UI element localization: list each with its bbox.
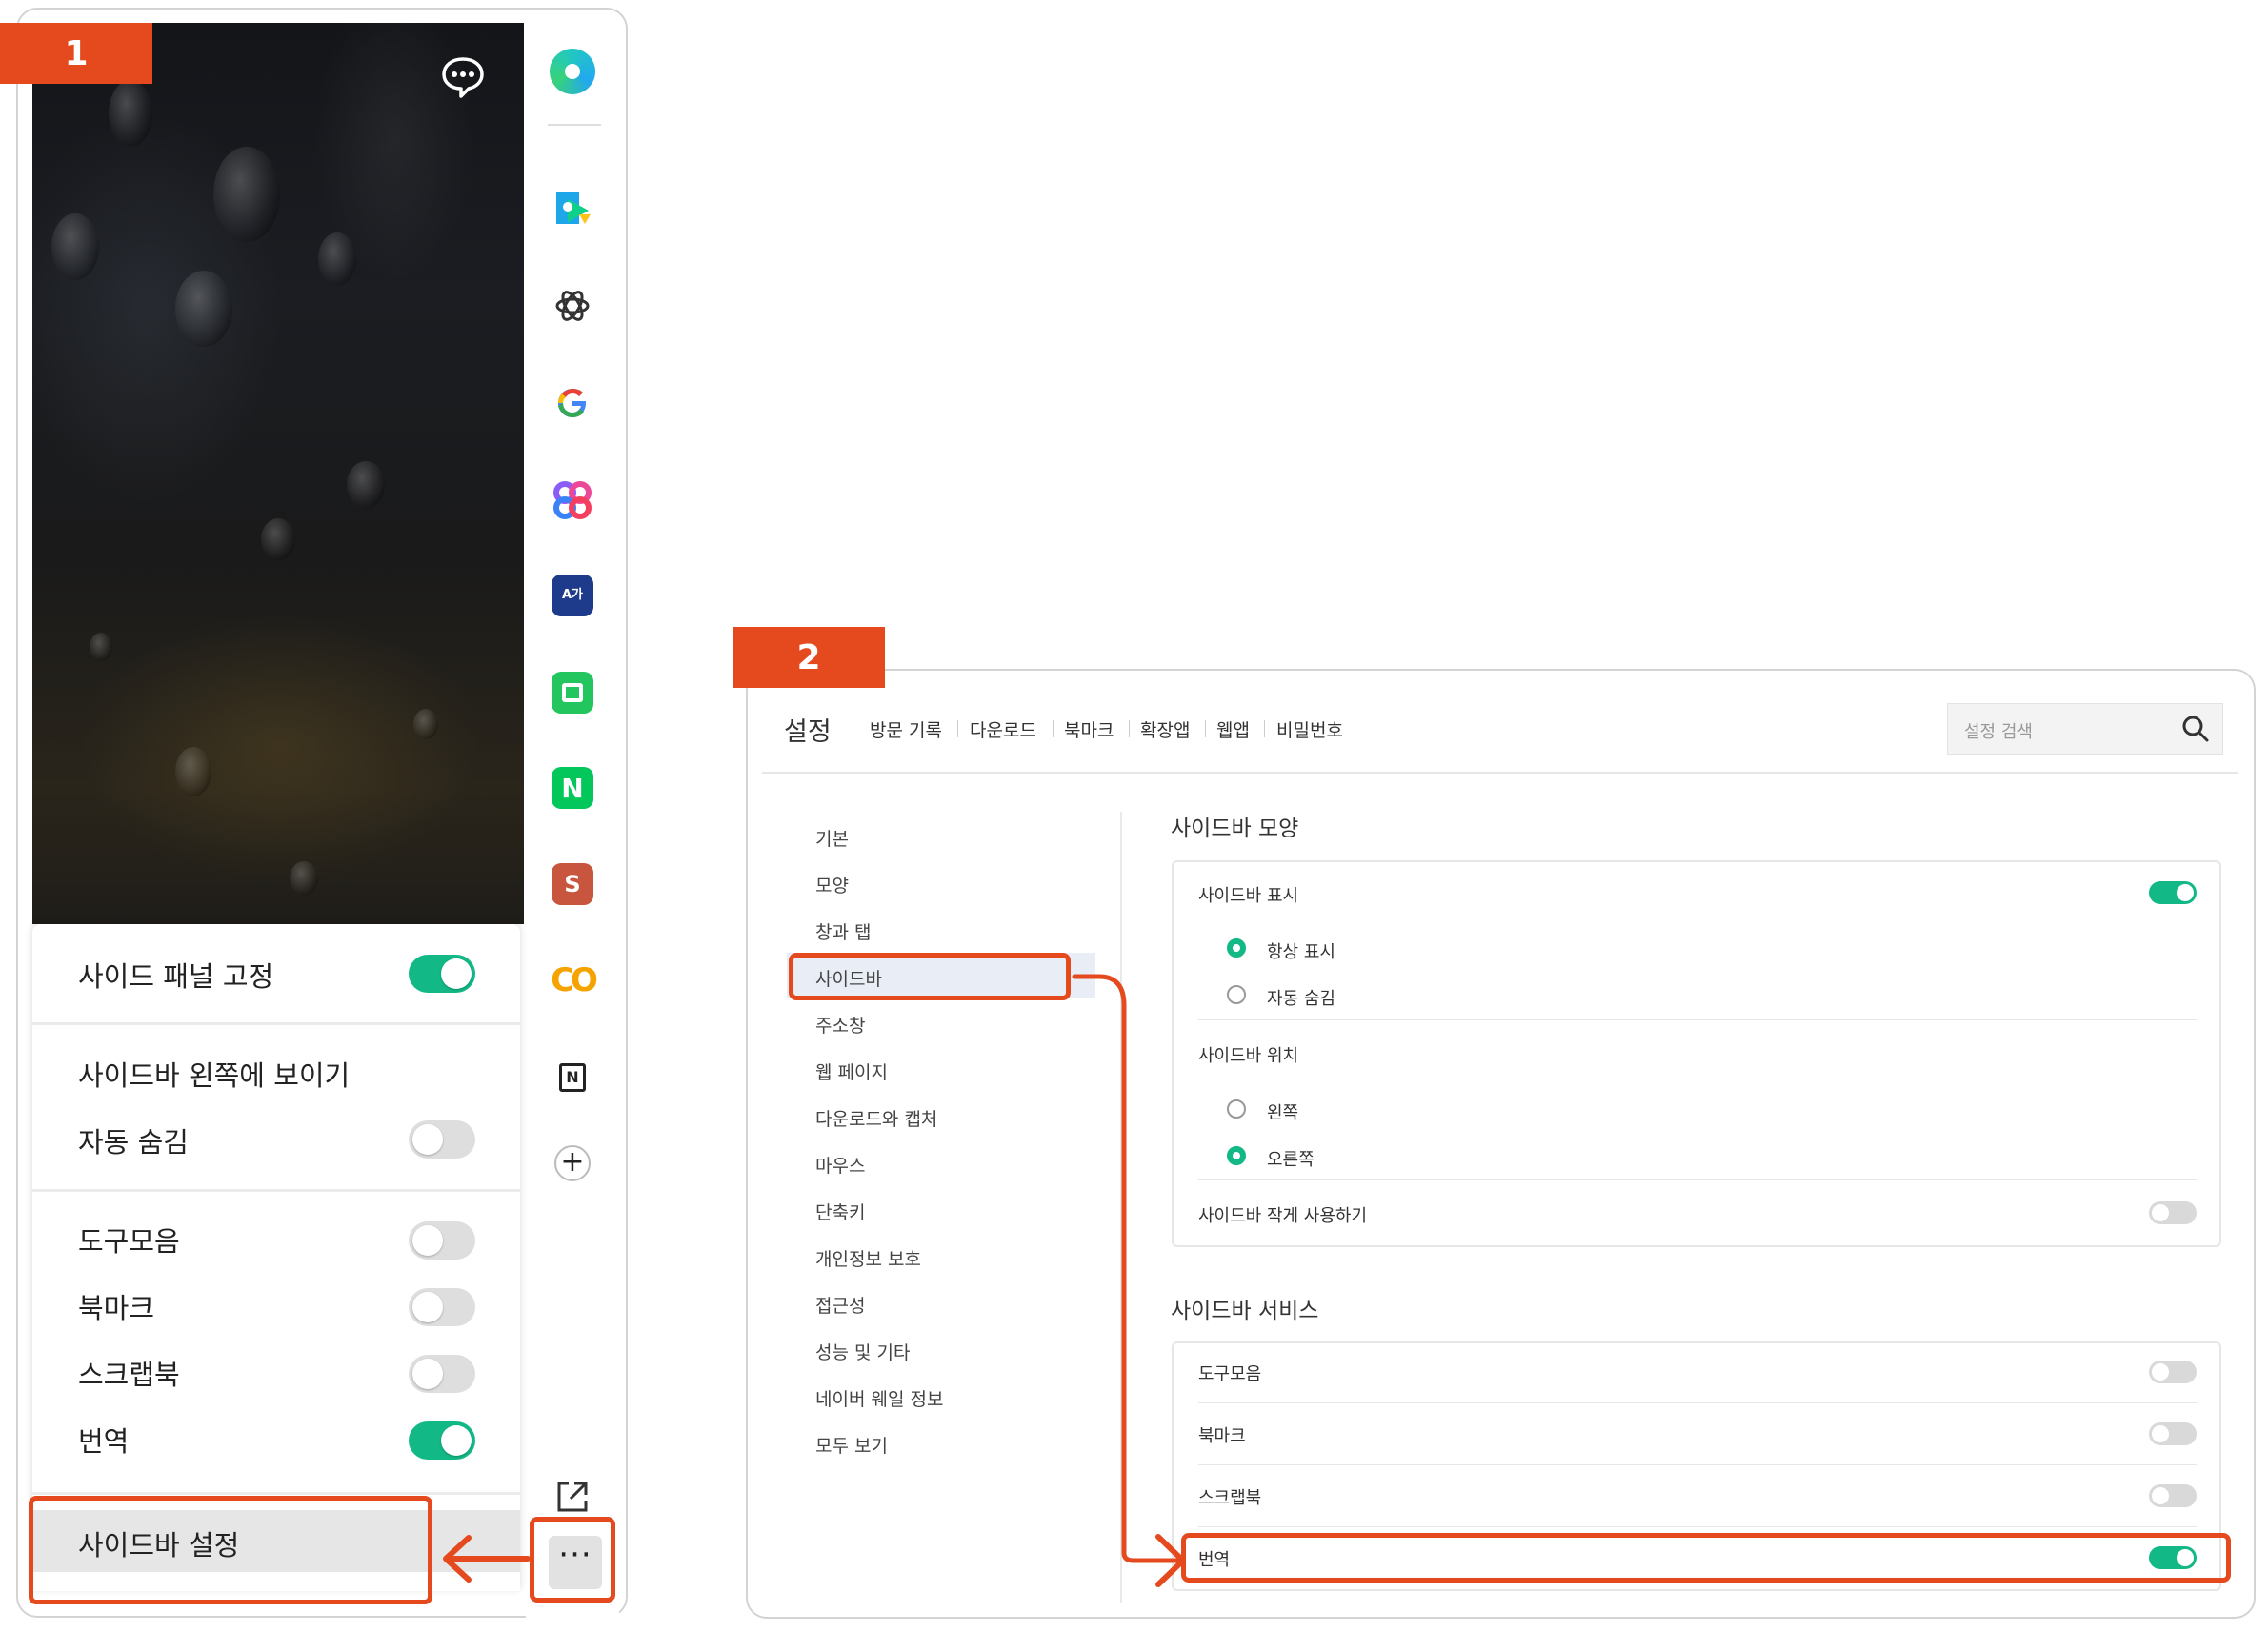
connector-arrow-icon: [1072, 974, 1186, 1587]
tab-extensions[interactable]: 확장앱: [1140, 716, 1190, 742]
tab-downloads[interactable]: 다운로드: [970, 716, 1036, 742]
show-left-label[interactable]: 사이드바 왼쪽에 보이기: [78, 1054, 350, 1094]
sidebar-show-label: 사이드바 표시: [1198, 886, 1299, 906]
tab-bookmarks[interactable]: 북마크: [1064, 716, 1114, 742]
add-icon[interactable]: +: [549, 1139, 596, 1187]
sidebar-appearance-card: [1172, 860, 2221, 1247]
green-calendar-icon[interactable]: [549, 669, 596, 716]
tab-history[interactable]: 방문 기록: [870, 716, 942, 742]
row-divider: [1198, 1179, 2197, 1180]
nav-item-accessibility[interactable]: 접근성: [815, 1292, 865, 1318]
co-app-icon[interactable]: CO: [549, 957, 598, 1004]
settings-title: 설정: [784, 717, 832, 747]
settings-search-placeholder: 설정 검색: [1964, 722, 2033, 742]
step-badge-1: 1: [0, 23, 152, 84]
rail-divider: [548, 124, 601, 126]
toolbar-label: 도구모음: [78, 1225, 180, 1258]
service-toolbar-label: 도구모음: [1198, 1364, 1262, 1384]
translate-glyph: A가: [552, 575, 593, 616]
co-app-letters: CO: [551, 961, 598, 999]
row-divider: [1198, 1526, 2197, 1527]
s-app-icon[interactable]: S: [549, 860, 596, 908]
colorful-app-icon[interactable]: [549, 476, 596, 524]
sidebar-small-label: 사이드바 작게 사용하기: [1198, 1206, 1368, 1226]
nav-item-shortcuts[interactable]: 단축키: [815, 1199, 865, 1224]
chat-icon[interactable]: [440, 55, 486, 99]
nav-item-about[interactable]: 네이버 웨일 정보: [815, 1385, 943, 1411]
highlight-box-nav-sidebar: [789, 953, 1071, 1000]
scrapbook-toggle[interactable]: [409, 1355, 475, 1393]
tab-passwords[interactable]: 비밀번호: [1276, 716, 1343, 742]
naver-letter: N: [552, 767, 593, 809]
toolbar-toggle[interactable]: [409, 1221, 475, 1260]
service-bookmark-label: 북마크: [1198, 1426, 1246, 1446]
bookmark-toggle[interactable]: [409, 1288, 475, 1326]
papago-like-app-icon[interactable]: [549, 184, 596, 232]
menu-divider: [32, 1022, 520, 1025]
naver-icon[interactable]: N: [549, 764, 596, 812]
position-left-label: 왼쪽: [1267, 1103, 1299, 1123]
nav-item-download-capture[interactable]: 다운로드와 캡처: [815, 1105, 937, 1131]
nav-item-appearance[interactable]: 모양: [815, 872, 849, 897]
side-panel-background-image: [32, 23, 524, 924]
service-bookmark-toggle[interactable]: [2149, 1422, 2197, 1445]
autohide-toggle[interactable]: [409, 1120, 475, 1159]
row-divider: [1198, 1464, 2197, 1465]
step-badge-2: 2: [733, 627, 885, 688]
nav-item-view-all[interactable]: 모두 보기: [815, 1432, 888, 1458]
highlight-box-translate: [1181, 1533, 2231, 1583]
position-right-radio[interactable]: [1227, 1146, 1246, 1165]
notion-icon[interactable]: N: [549, 1054, 596, 1101]
tab-separator: [957, 720, 958, 737]
s-app-letter: S: [552, 863, 593, 905]
tab-separator: [1053, 720, 1054, 737]
sidebar-app-rail: [526, 19, 619, 1620]
highlight-box-settings: [29, 1496, 432, 1604]
nav-item-web-page[interactable]: 웹 페이지: [815, 1058, 888, 1084]
autohide-radio[interactable]: [1227, 985, 1246, 1004]
sidebar-show-toggle[interactable]: [2149, 881, 2197, 904]
service-scrapbook-label: 스크랩북: [1198, 1488, 1262, 1508]
sidebar-position-label: 사이드바 위치: [1198, 1046, 1299, 1066]
google-icon[interactable]: [549, 379, 596, 427]
tab-webapps[interactable]: 웹앱: [1216, 716, 1250, 742]
pin-side-panel-toggle[interactable]: [409, 955, 475, 993]
autohide-radio-label: 자동 숨김: [1267, 989, 1335, 1009]
open-external-icon[interactable]: [549, 1473, 596, 1521]
tab-separator: [1264, 720, 1265, 737]
nav-item-address-bar[interactable]: 주소창: [815, 1012, 865, 1038]
pin-side-panel-label: 사이드 패널 고정: [78, 960, 274, 993]
row-divider: [1198, 1402, 2197, 1403]
nav-item-basic[interactable]: 기본: [815, 825, 849, 851]
position-left-radio[interactable]: [1227, 1099, 1246, 1119]
tab-separator: [1129, 720, 1130, 737]
nav-item-performance[interactable]: 성능 및 기타: [815, 1339, 910, 1364]
translate-toggle[interactable]: [409, 1421, 475, 1460]
sidebar-appearance-title: 사이드바 모양: [1171, 816, 1299, 841]
menu-divider: [32, 1189, 520, 1192]
always-show-label: 항상 표시: [1267, 942, 1335, 962]
position-right-label: 오른쪽: [1267, 1150, 1315, 1170]
nav-item-mouse[interactable]: 마우스: [815, 1152, 865, 1178]
service-scrapbook-toggle[interactable]: [2149, 1484, 2197, 1507]
row-divider: [1198, 1019, 2197, 1020]
bookmark-label: 북마크: [78, 1292, 155, 1324]
service-toolbar-toggle[interactable]: [2149, 1361, 2197, 1383]
nav-item-windows-tabs[interactable]: 창과 탭: [815, 918, 871, 944]
autohide-label: 자동 숨김: [78, 1126, 189, 1159]
highlight-box-more: [530, 1517, 615, 1603]
always-show-radio[interactable]: [1227, 938, 1246, 958]
header-divider: [762, 772, 2238, 774]
search-icon[interactable]: [2181, 715, 2210, 743]
papago-translate-icon[interactable]: A가: [549, 572, 596, 619]
tab-separator: [1205, 720, 1206, 737]
left-arrow-icon: [443, 1535, 531, 1583]
translate-label: 번역: [78, 1425, 130, 1458]
sidebar-small-toggle[interactable]: [2149, 1201, 2197, 1224]
naver-whale-icon[interactable]: [549, 48, 596, 95]
openai-icon[interactable]: [549, 282, 596, 330]
menu-divider: [32, 1492, 520, 1495]
scrapbook-label: 스크랩북: [78, 1359, 180, 1391]
nav-item-privacy[interactable]: 개인정보 보호: [815, 1245, 921, 1271]
